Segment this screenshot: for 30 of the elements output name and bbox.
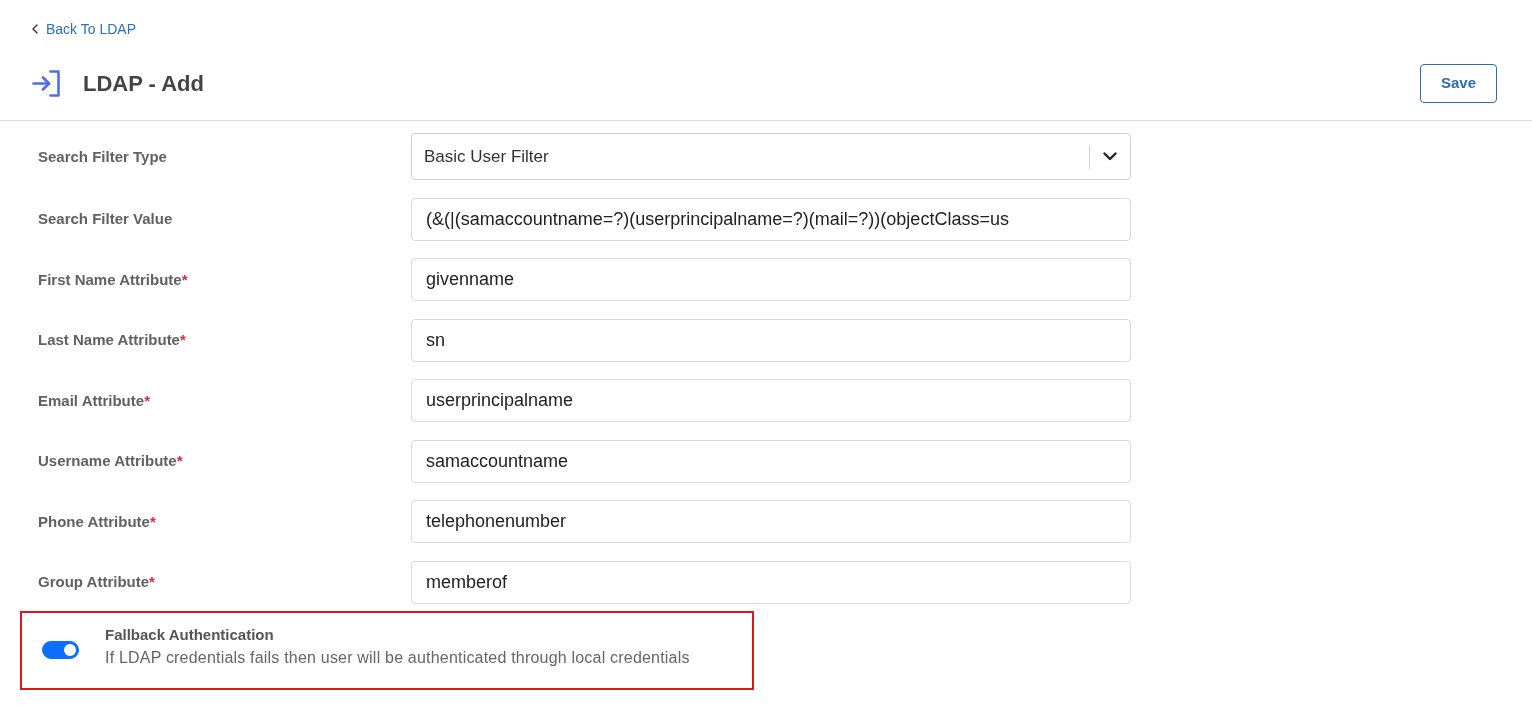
required-mark: *	[149, 573, 155, 590]
setting-description: If LDAP credentials fails then user will be authenticated through local credentials	[105, 647, 690, 668]
chevron-left-icon	[32, 24, 38, 34]
field-label: Email Attribute	[38, 391, 145, 409]
required-mark: *	[179, 331, 186, 348]
input-field[interactable]: userprincipalname	[411, 379, 1131, 422]
select-field[interactable]: Basic User Filter	[411, 133, 1131, 180]
toggle-switch[interactable]	[42, 640, 79, 659]
setting-title: Fallback Authentication	[105, 624, 275, 645]
field-label: Phone Attribute	[38, 512, 150, 530]
input-field[interactable]: (&(|(samaccountname=?)(userprincipalname=?)(mail=?))(objectClass=us	[411, 197, 1131, 241]
field-label: Last Name Attribute	[38, 331, 180, 348]
field-label: First Name Attribute	[38, 270, 182, 288]
input-field[interactable]: telephonenumber	[411, 500, 1131, 543]
required-mark: *	[176, 452, 183, 469]
field-label: Group Attribute	[38, 573, 150, 590]
input-field[interactable]: samaccountname	[411, 439, 1131, 483]
page-title: LDAP - Add	[83, 69, 204, 98]
field-label: Username Attribute	[38, 452, 177, 469]
required-mark: *	[149, 512, 156, 530]
field-label: Search Filter Value	[38, 210, 173, 227]
save-button[interactable]: Save	[1420, 64, 1497, 103]
required-mark: *	[144, 391, 150, 409]
chevron-down-icon	[1103, 152, 1117, 161]
input-field[interactable]: memberof	[411, 560, 1131, 604]
required-mark: *	[181, 270, 188, 288]
input-field[interactable]: givenname	[411, 258, 1131, 301]
field-label: Search Filter Type	[38, 147, 167, 165]
input-field[interactable]: sn	[411, 318, 1131, 362]
back-link[interactable]: Back To LDAP	[32, 19, 136, 39]
